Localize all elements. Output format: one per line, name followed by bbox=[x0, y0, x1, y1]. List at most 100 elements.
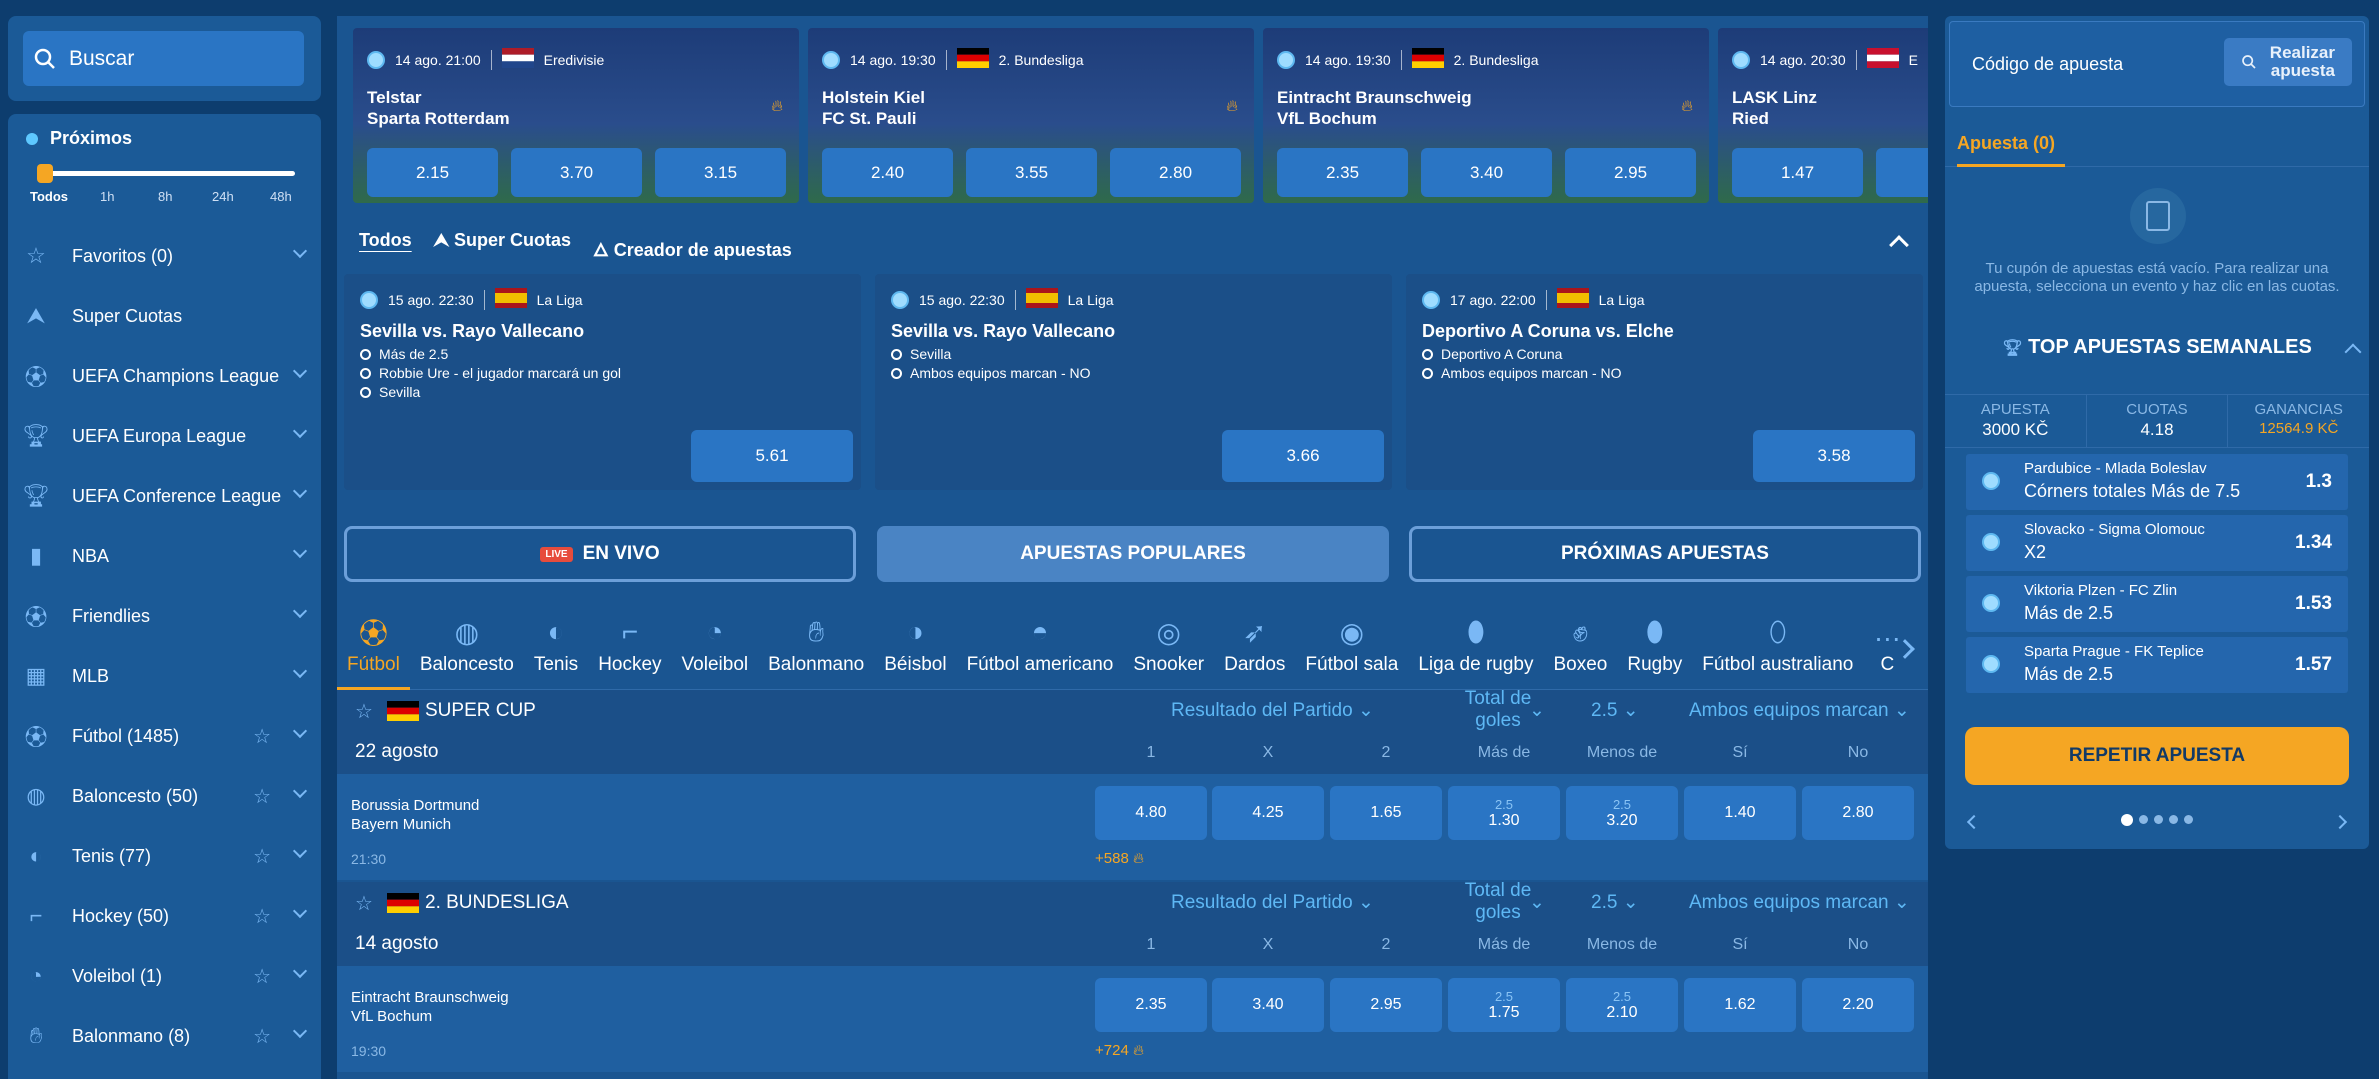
top-bet-item[interactable]: Slovacko - Sigma Olomouc X2 1.34 bbox=[1966, 515, 2348, 571]
sport-tab[interactable]: ◍ Baloncesto bbox=[410, 610, 524, 690]
popular-bets-button[interactable]: APUESTAS POPULARES bbox=[877, 526, 1389, 582]
match-odds-button[interactable]: 2.5 1.75 bbox=[1448, 978, 1560, 1032]
favorite-star-icon[interactable]: ☆ bbox=[253, 964, 271, 989]
tick-todos[interactable]: Todos bbox=[30, 189, 68, 204]
market-select-result[interactable]: Resultado del Partido ⌄ bbox=[1171, 700, 1374, 722]
odds-button[interactable]: 3.15 bbox=[655, 148, 786, 197]
search-input[interactable]: Buscar bbox=[23, 31, 304, 86]
odds-button[interactable]: 2.35 bbox=[1277, 148, 1408, 197]
match-odds-button[interactable]: 2.5 1.30 bbox=[1448, 786, 1560, 840]
carousel-dot[interactable] bbox=[2139, 815, 2148, 824]
favorite-star-icon[interactable]: ☆ bbox=[355, 891, 373, 916]
match-odds-button[interactable]: 2.5 2.10 bbox=[1566, 978, 1678, 1032]
sport-tab[interactable]: ◓ Fútbol americano bbox=[957, 610, 1124, 690]
sport-tab[interactable]: ✋︎ Balonmano bbox=[758, 610, 874, 690]
featured-event-card[interactable]: 14 ago. 19:30 2. Bundesliga Eintracht Brau… bbox=[1263, 28, 1709, 203]
more-markets-link[interactable]: +588 🔥︎ bbox=[1095, 850, 1144, 867]
sport-tab[interactable]: ⬮ Rugby bbox=[1617, 610, 1692, 690]
match-odds-button[interactable]: 1.40 bbox=[1684, 786, 1796, 840]
combo-card[interactable]: 15 ago. 22:30 La Liga Sevilla vs. Rayo Val… bbox=[875, 274, 1392, 490]
carousel-dot[interactable] bbox=[2184, 815, 2193, 824]
chevron-down-icon[interactable] bbox=[292, 423, 308, 439]
match-odds-button[interactable]: 4.25 bbox=[1212, 786, 1324, 840]
sport-tab[interactable]: ◉ Fútbol sala bbox=[1295, 610, 1408, 690]
match-row[interactable]: Eintracht Braunschweig VfL Bochum 19:30 +72… bbox=[337, 966, 1928, 1072]
nav-item[interactable]: ◔ Voleibol (1) ☆ bbox=[8, 946, 321, 1006]
market-select-btts[interactable]: Ambos equipos marcan ⌄ bbox=[1689, 892, 1910, 914]
favorite-star-icon[interactable]: ☆ bbox=[253, 724, 271, 749]
sport-tab[interactable]: ⚽︎ Fútbol bbox=[337, 610, 410, 690]
chevron-down-icon[interactable] bbox=[292, 543, 308, 559]
favorite-star-icon[interactable]: ☆ bbox=[253, 904, 271, 929]
tab-super-cuotas[interactable]: ⮝ Super Cuotas bbox=[434, 230, 571, 267]
chevron-down-icon[interactable]: ⌄ bbox=[1529, 892, 1545, 914]
chevron-down-icon[interactable] bbox=[292, 903, 308, 919]
match-odds-button[interactable]: 1.62 bbox=[1684, 978, 1796, 1032]
betslip-tab[interactable]: Apuesta (0) bbox=[1957, 133, 2055, 154]
featured-event-card[interactable]: 14 ago. 21:00 Eredivisie Telstar Sparta Rot… bbox=[353, 28, 799, 203]
chevron-down-icon[interactable] bbox=[292, 483, 308, 499]
combo-odds-button[interactable]: 3.66 bbox=[1222, 430, 1384, 482]
market-select-total[interactable]: Total de goles bbox=[1457, 688, 1539, 732]
market-select-result[interactable]: Resultado del Partido ⌄ bbox=[1171, 892, 1374, 914]
carousel-dot[interactable] bbox=[2154, 815, 2163, 824]
combo-card[interactable]: 15 ago. 22:30 La Liga Sevilla vs. Rayo Val… bbox=[344, 274, 861, 490]
tick-24h[interactable]: 24h bbox=[212, 189, 234, 204]
match-odds-button[interactable]: 3.40 bbox=[1212, 978, 1324, 1032]
upcoming-bets-button[interactable]: PRÓXIMAS APUESTAS bbox=[1409, 526, 1921, 582]
nav-item[interactable]: ⚽︎ Friendlies bbox=[8, 586, 321, 646]
chevron-down-icon[interactable] bbox=[292, 963, 308, 979]
chevron-down-icon[interactable] bbox=[292, 1023, 308, 1039]
odds-button[interactable]: 2.80 bbox=[1110, 148, 1241, 197]
featured-event-card[interactable]: 14 ago. 20:30 E LASK Linz Ried 1.47 bbox=[1718, 28, 1928, 203]
collapse-chevron-icon[interactable] bbox=[1889, 235, 1909, 255]
bet-code-input[interactable]: Código de apuesta bbox=[1972, 54, 2123, 75]
sport-tab[interactable]: ⬮ Liga de rugby bbox=[1408, 610, 1543, 690]
sport-tab[interactable]: ⌐ Hockey bbox=[588, 610, 671, 690]
market-select-line[interactable]: 2.5 ⌄ bbox=[1591, 700, 1639, 722]
nav-item[interactable]: ⮝ Super Cuotas bbox=[8, 286, 321, 346]
top-bet-item[interactable]: Viktoria Plzen - FC Zlin Más de 2.5 1.53 bbox=[1966, 576, 2348, 632]
combo-odds-button[interactable]: 5.61 bbox=[691, 430, 853, 482]
sport-tab[interactable]: ✊︎ Boxeo bbox=[1544, 610, 1618, 690]
chevron-down-icon[interactable] bbox=[292, 723, 308, 739]
odds-button[interactable]: 2.40 bbox=[822, 148, 953, 197]
realizar-apuesta-button[interactable]: Realizar apuesta bbox=[2224, 38, 2352, 86]
more-markets-link[interactable]: +724 🔥︎ bbox=[1095, 1042, 1144, 1059]
tick-1h[interactable]: 1h bbox=[100, 189, 114, 204]
tick-8h[interactable]: 8h bbox=[158, 189, 172, 204]
chevron-down-icon[interactable] bbox=[292, 363, 308, 379]
nav-item[interactable]: ✋︎ Balonmano (8) ☆ bbox=[8, 1006, 321, 1066]
sport-tab[interactable]: ➶ Dardos bbox=[1214, 610, 1295, 690]
nav-item[interactable]: ⚽︎ Fútbol (1485) ☆ bbox=[8, 706, 321, 766]
chevron-down-icon[interactable]: ⌄ bbox=[1529, 700, 1545, 722]
sport-tab[interactable]: ⬯ Fútbol australiano bbox=[1692, 610, 1863, 690]
market-select-line[interactable]: 2.5 ⌄ bbox=[1591, 892, 1639, 914]
sport-tab[interactable]: ◐ Tenis bbox=[524, 610, 588, 690]
odds-button[interactable]: 2.95 bbox=[1565, 148, 1696, 197]
match-row[interactable]: Borussia Dortmund Bayern Munich 21:30 +588 … bbox=[337, 774, 1928, 880]
tick-48h[interactable]: 48h bbox=[270, 189, 292, 204]
league-name[interactable]: SUPER CUP bbox=[387, 700, 536, 722]
nav-item[interactable]: ◐ Tenis (77) ☆ bbox=[8, 826, 321, 886]
match-odds-button[interactable]: 1.65 bbox=[1330, 786, 1442, 840]
odds-button[interactable]: 1.47 bbox=[1732, 148, 1863, 197]
odds-button[interactable] bbox=[1876, 148, 1928, 197]
odds-button[interactable]: 3.40 bbox=[1421, 148, 1552, 197]
odds-button[interactable]: 3.70 bbox=[511, 148, 642, 197]
chevron-down-icon[interactable] bbox=[292, 603, 308, 619]
slider-handle[interactable] bbox=[37, 164, 53, 183]
match-odds-button[interactable]: 2.20 bbox=[1802, 978, 1914, 1032]
nav-item[interactable]: ▦ MLB bbox=[8, 646, 321, 706]
match-odds-button[interactable]: 2.95 bbox=[1330, 978, 1442, 1032]
nav-item[interactable]: ◍ Baloncesto (50) ☆ bbox=[8, 766, 321, 826]
combo-card[interactable]: 17 ago. 22:00 La Liga Deportivo A Coruna v… bbox=[1406, 274, 1923, 490]
market-select-total[interactable]: Total de goles bbox=[1457, 880, 1539, 924]
tab-creador[interactable]: 🜂 Creador de apuestas bbox=[593, 230, 792, 267]
carousel-dot[interactable] bbox=[2121, 814, 2133, 826]
chevron-down-icon[interactable] bbox=[292, 663, 308, 679]
market-select-btts[interactable]: Ambos equipos marcan ⌄ bbox=[1689, 700, 1910, 722]
match-odds-button[interactable]: 4.80 bbox=[1095, 786, 1207, 840]
featured-event-card[interactable]: 14 ago. 19:30 2. Bundesliga Holstein Kiel F… bbox=[808, 28, 1254, 203]
nav-item[interactable]: ☆ Favoritos (0) bbox=[8, 226, 321, 286]
